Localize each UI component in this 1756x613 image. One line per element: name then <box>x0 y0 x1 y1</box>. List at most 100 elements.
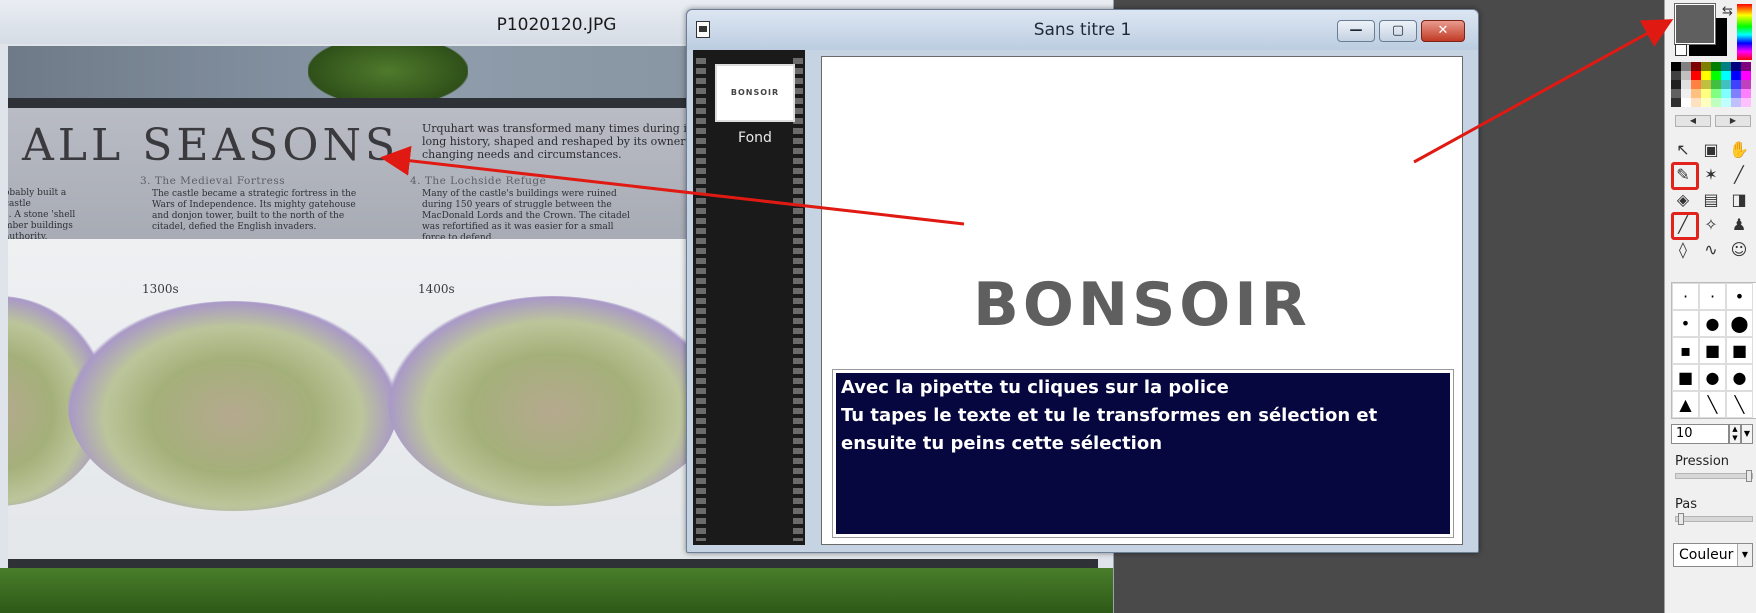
color-palette[interactable] <box>1671 62 1753 107</box>
hand-icon[interactable]: ✋ <box>1725 137 1753 162</box>
palette-next-button[interactable]: ▶ <box>1715 115 1751 127</box>
brush-preset[interactable]: • <box>1726 283 1753 310</box>
palette-swatch[interactable] <box>1731 89 1741 98</box>
stamp-icon[interactable]: ♟ <box>1725 212 1753 237</box>
palette-swatch[interactable] <box>1741 71 1751 80</box>
palette-prev-button[interactable]: ◀ <box>1675 115 1711 127</box>
brush-preset[interactable]: • <box>1672 310 1699 337</box>
palette-swatch[interactable] <box>1721 80 1731 89</box>
magic-wand-icon[interactable]: ✶ <box>1697 162 1725 187</box>
palette-swatch[interactable] <box>1721 62 1731 71</box>
palette-swatch[interactable] <box>1741 98 1751 107</box>
palette-swatch[interactable] <box>1671 62 1681 71</box>
brush-preset[interactable]: ● <box>1699 364 1726 391</box>
portrait-icon[interactable]: ☺ <box>1725 237 1753 262</box>
palette-swatch[interactable] <box>1681 89 1691 98</box>
filmstrip-perforation-left <box>696 54 706 541</box>
image-select-icon[interactable]: ▣ <box>1697 137 1725 162</box>
palette-swatch[interactable] <box>1691 98 1701 107</box>
palette-swatch[interactable] <box>1731 71 1741 80</box>
line-icon[interactable]: ╱ <box>1725 162 1753 187</box>
brush-size-input[interactable]: 10 <box>1671 424 1729 444</box>
select-arrow-icon[interactable]: ↖ <box>1669 137 1697 162</box>
foreground-color-swatch[interactable] <box>1675 4 1715 44</box>
brush-preset[interactable]: ● <box>1699 310 1726 337</box>
drop-icon[interactable]: ◊ <box>1669 237 1697 262</box>
brush-size-spinner[interactable]: ▲ ▼ <box>1729 424 1741 444</box>
airbrush-icon[interactable]: ✧ <box>1697 212 1725 237</box>
pression-slider-knob[interactable] <box>1746 470 1752 482</box>
palette-swatch[interactable] <box>1671 80 1681 89</box>
eyedropper-icon[interactable]: ✎ <box>1669 162 1699 190</box>
palette-swatch[interactable] <box>1711 80 1721 89</box>
layer-thumbnail[interactable]: BONSOIR <box>715 64 795 122</box>
pression-label: Pression <box>1675 454 1730 469</box>
palette-swatch[interactable] <box>1691 62 1701 71</box>
brush-size-dropdown[interactable]: ▼ <box>1741 424 1753 444</box>
close-button[interactable]: ✕ <box>1421 20 1465 42</box>
palette-swatch[interactable] <box>1671 98 1681 107</box>
brush-preset[interactable]: · <box>1672 283 1699 310</box>
brush-preset[interactable]: ⬤ <box>1726 310 1753 337</box>
sign-intro: Urquhart was transformed many times duri… <box>422 122 697 161</box>
pression-slider[interactable] <box>1675 470 1753 482</box>
palette-swatch[interactable] <box>1731 62 1741 71</box>
palette-swatch[interactable] <box>1701 89 1711 98</box>
palette-swatch[interactable] <box>1681 71 1691 80</box>
brush-preset[interactable]: ■ <box>1699 337 1726 364</box>
palette-swatch[interactable] <box>1731 98 1741 107</box>
smudge-icon[interactable]: ∿ <box>1697 237 1725 262</box>
brush-preset[interactable]: ● <box>1726 364 1753 391</box>
palette-swatch[interactable] <box>1741 89 1751 98</box>
image-window-titlebar[interactable]: Sans titre 1 — ▢ ✕ <box>687 10 1478 50</box>
palette-swatch[interactable] <box>1691 71 1701 80</box>
palette-swatch[interactable] <box>1681 62 1691 71</box>
palette-swatch[interactable] <box>1691 89 1701 98</box>
sign-section3-text: The castle became a strategic fortress i… <box>152 189 357 232</box>
palette-swatch[interactable] <box>1681 80 1691 89</box>
brush-preset[interactable]: ▪ <box>1672 337 1699 364</box>
eraser-icon[interactable]: ◨ <box>1725 187 1753 212</box>
color-spectrum[interactable] <box>1737 4 1752 60</box>
palette-swatch[interactable] <box>1711 71 1721 80</box>
palette-swatch[interactable] <box>1681 98 1691 107</box>
palette-swatch[interactable] <box>1701 98 1711 107</box>
palette-swatch[interactable] <box>1711 62 1721 71</box>
palette-swatch[interactable] <box>1701 62 1711 71</box>
minimize-button[interactable]: — <box>1337 20 1375 42</box>
maximize-button[interactable]: ▢ <box>1379 20 1417 42</box>
swap-colors-icon[interactable]: ⇆ <box>1722 4 1733 19</box>
palette-swatch[interactable] <box>1741 80 1751 89</box>
palette-swatch[interactable] <box>1701 80 1711 89</box>
palette-swatch[interactable] <box>1721 71 1731 80</box>
pas-slider[interactable] <box>1675 513 1753 525</box>
palette-swatch[interactable] <box>1701 71 1711 80</box>
palette-swatch[interactable] <box>1741 62 1751 71</box>
brush-preset[interactable]: ▲ <box>1672 391 1699 418</box>
palette-swatch[interactable] <box>1671 71 1681 80</box>
image-window[interactable]: Sans titre 1 — ▢ ✕ BONSOIR Fond BONSOIR … <box>686 9 1479 553</box>
pas-slider-knob[interactable] <box>1678 513 1684 525</box>
brush-preset[interactable]: ╲ <box>1699 391 1726 418</box>
brush-preset[interactable]: ■ <box>1726 337 1753 364</box>
brush-icon[interactable]: ╱ <box>1669 212 1699 240</box>
sign-era-1400s: 1400s <box>418 282 455 296</box>
spray-bottle-icon[interactable]: ▤ <box>1697 187 1725 212</box>
reset-colors-icon[interactable] <box>1675 44 1687 56</box>
palette-swatch[interactable] <box>1691 80 1701 89</box>
brush-preset[interactable]: ╲ <box>1726 391 1753 418</box>
sign-era-1300s: 1300s <box>142 282 179 296</box>
paint-mode-select[interactable]: Couleur ▼ <box>1673 543 1753 567</box>
pas-label: Pas <box>1675 497 1697 512</box>
chevron-down-icon[interactable]: ▼ <box>1737 544 1752 566</box>
palette-swatch[interactable] <box>1671 89 1681 98</box>
palette-swatch[interactable] <box>1731 80 1741 89</box>
palette-swatch[interactable] <box>1711 98 1721 107</box>
brush-preset[interactable]: ■ <box>1672 364 1699 391</box>
fill-bucket-icon[interactable]: ◈ <box>1669 187 1697 212</box>
image-canvas[interactable]: BONSOIR Avec la pipette tu cliques sur l… <box>821 56 1463 545</box>
palette-swatch[interactable] <box>1711 89 1721 98</box>
palette-swatch[interactable] <box>1721 98 1731 107</box>
palette-swatch[interactable] <box>1721 89 1731 98</box>
brush-preset[interactable]: · <box>1699 283 1726 310</box>
